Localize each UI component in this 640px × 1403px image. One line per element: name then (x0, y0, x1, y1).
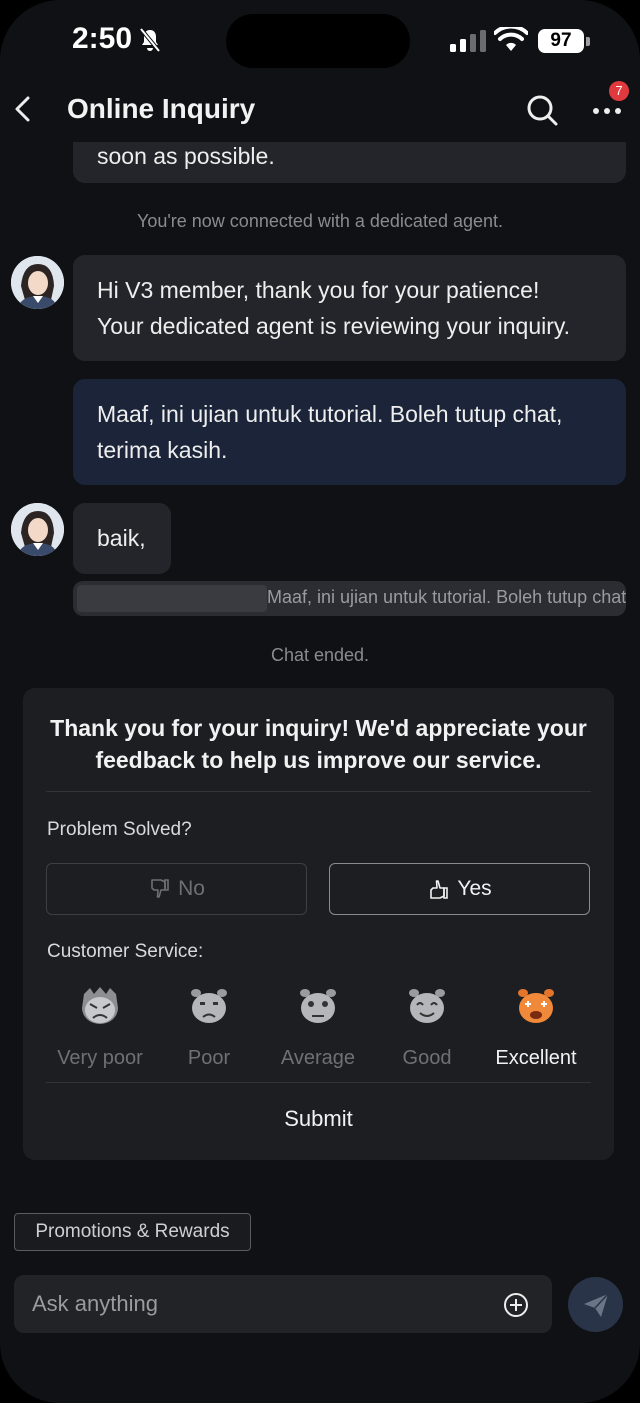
search-icon[interactable] (524, 92, 560, 128)
send-button[interactable] (568, 1277, 623, 1332)
redacted-block (77, 585, 267, 612)
bell-muted-icon (139, 27, 161, 53)
app-header: Online Inquiry (0, 84, 640, 142)
dynamic-island (226, 14, 410, 68)
battery-indicator: 97 (538, 29, 584, 53)
message-line: Maaf, ini ujian untuk tutorial. Boleh tu… (97, 401, 563, 427)
screen: 2:50 97 Online Inquiry 7 soon as possibl… (0, 0, 640, 1403)
notification-badge: 7 (609, 81, 629, 101)
agent-message: Hi V3 member, thank you for your patienc… (73, 255, 626, 361)
feedback-heading: Thank you for your inquiry! We'd appreci… (23, 712, 614, 776)
customer-service-label: Customer Service: (47, 941, 204, 962)
rating-label: Excellent (495, 1047, 577, 1069)
yes-button[interactable]: Yes (329, 863, 590, 915)
very-poor-face-icon (82, 987, 118, 1024)
average-face-icon (300, 989, 336, 1023)
quoted-reply[interactable]: Maaf, ini ujian untuk tutorial. Boleh tu… (73, 581, 626, 616)
divider (46, 1082, 591, 1083)
rating-label: Very poor (57, 1047, 143, 1069)
rating-average[interactable]: Average (268, 984, 368, 1070)
rating-good[interactable]: Good (377, 984, 477, 1070)
submit-button[interactable]: Submit (23, 1106, 614, 1132)
system-message-connected: You're now connected with a dedicated ag… (136, 211, 504, 231)
thumbs-down-icon (151, 879, 169, 898)
cellular-signal-icon (450, 30, 486, 52)
message-line: Your dedicated agent is reviewing your i… (97, 313, 571, 339)
feedback-heading-line: Thank you for your inquiry! We'd appreci… (50, 715, 587, 741)
agent-message: baik, (73, 503, 171, 574)
rating-label: Poor (187, 1047, 231, 1069)
status-time: 2:50 (72, 22, 133, 55)
quoted-reply-text: Maaf, ini ujian untuk tutorial. Boleh tu… (267, 587, 626, 607)
message-input[interactable]: Ask anything (14, 1275, 552, 1333)
divider (46, 791, 591, 792)
status-bar: 2:50 97 (0, 0, 640, 84)
feedback-card: Thank you for your inquiry! We'd appreci… (23, 688, 614, 1160)
no-button[interactable]: No (46, 863, 307, 915)
promotions-rewards-chip[interactable]: Promotions & Rewards (14, 1213, 251, 1251)
rating-very-poor[interactable]: Very poor (50, 984, 150, 1070)
message-line: terima kasih. (97, 437, 228, 463)
problem-solved-label: Problem Solved? (47, 819, 192, 840)
system-message-ended: Chat ended. (270, 645, 370, 665)
battery-tip (586, 37, 590, 46)
thumbs-up-icon (430, 880, 449, 899)
good-face-icon (409, 989, 445, 1023)
rating-label: Average (280, 1047, 356, 1069)
excellent-face-icon (518, 989, 554, 1023)
poor-face-icon (191, 989, 227, 1023)
add-attachment-icon[interactable] (503, 1292, 529, 1318)
agent-avatar (11, 503, 64, 556)
rating-label: Good (402, 1047, 452, 1069)
message-line: Hi V3 member, thank you for your patienc… (97, 277, 540, 303)
agent-message-partial: soon as possible. (73, 142, 626, 183)
wifi-icon (494, 27, 528, 51)
agent-avatar (11, 256, 64, 309)
chat-area[interactable]: soon as possible. You're now connected w… (0, 142, 640, 1202)
back-arrow-icon[interactable] (8, 92, 42, 126)
message-text: baik, (97, 525, 146, 551)
message-text: soon as possible. (97, 143, 275, 169)
feedback-heading-line: feedback to help us improve our service. (95, 747, 542, 773)
input-placeholder: Ask anything (32, 1291, 158, 1316)
yes-label: Yes (457, 877, 492, 900)
no-label: No (178, 877, 205, 900)
send-icon (584, 1293, 609, 1317)
user-message: Maaf, ini ujian untuk tutorial. Boleh tu… (73, 379, 626, 485)
home-indicator-area (0, 1384, 640, 1403)
page-title: Online Inquiry (67, 93, 256, 124)
rating-excellent[interactable]: Excellent (486, 984, 586, 1070)
rating-poor[interactable]: Poor (159, 984, 259, 1070)
